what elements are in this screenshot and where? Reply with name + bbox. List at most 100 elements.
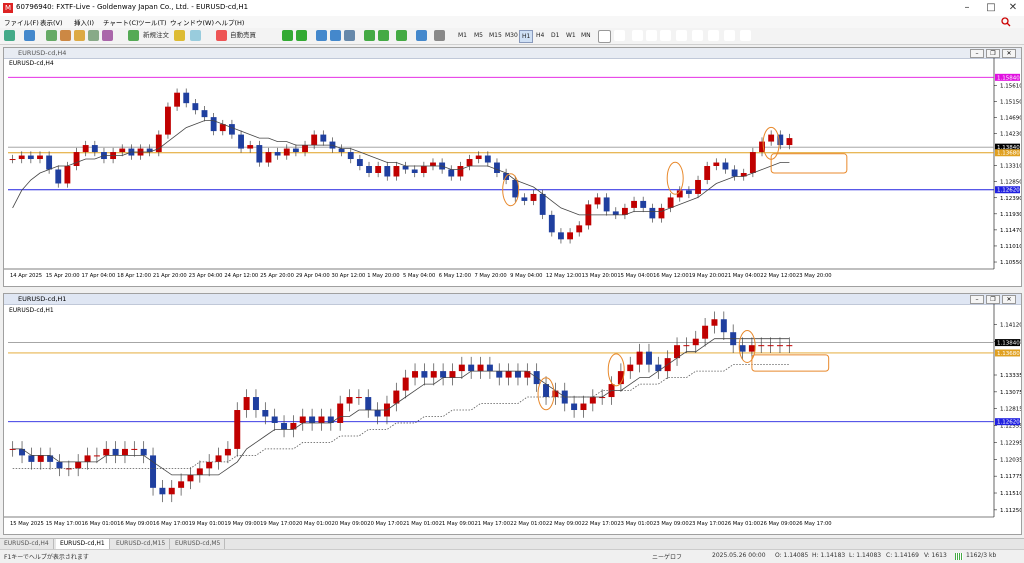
chart-window-title: EURUSD-cd,H4 [18, 49, 67, 57]
candle-body [252, 397, 259, 411]
candle-body [46, 155, 53, 170]
data-window-icon[interactable] [60, 30, 71, 41]
time-tick-label: 1 May 20:00 [367, 273, 399, 279]
auto-scroll-icon[interactable] [364, 30, 375, 41]
channel-icon[interactable] [676, 30, 687, 41]
chart-close-button[interactable]: ✕ [1002, 295, 1016, 304]
chart-restore-button[interactable]: ❐ [986, 295, 1000, 304]
menu-insert[interactable]: 挿入(I) [74, 17, 94, 27]
candle-body [393, 166, 400, 177]
tab-eurusd-m5[interactable]: EURUSD-cd,M5 [171, 539, 226, 549]
menu-tools[interactable]: ツール(T) [138, 17, 167, 27]
timeframe-h1[interactable]: H1 [519, 30, 534, 43]
search-icon[interactable] [1000, 16, 1012, 27]
arrows-tool-icon[interactable] [740, 30, 751, 41]
strategy-tester-icon[interactable] [102, 30, 113, 41]
chart-minimize-button[interactable]: – [970, 295, 984, 304]
timeframe-mn[interactable]: MN [579, 30, 593, 41]
profiles-icon[interactable] [24, 30, 35, 41]
chart-plot-h4[interactable]: 1.15610 1.15150 1.14690 1.14230 1.13310 1.128… [4, 58, 1021, 286]
price-tick-label: 1.14230 [1000, 132, 1021, 138]
signals-icon[interactable] [190, 30, 201, 41]
trendline-icon[interactable] [660, 30, 671, 41]
candle-body [402, 377, 409, 391]
menu-file[interactable]: ファイル(F) [4, 17, 39, 27]
candle-body [262, 410, 269, 417]
metaeditor-icon[interactable] [174, 30, 185, 41]
chart-close-button[interactable]: ✕ [1002, 49, 1016, 58]
terminal-icon[interactable] [88, 30, 99, 41]
auto-trade-icon[interactable] [216, 30, 227, 41]
market-watch-icon[interactable] [46, 30, 57, 41]
cursor-icon[interactable] [598, 30, 611, 43]
chart-plot-h1[interactable]: 1.141201.138601.133351.130751.128151.125… [4, 304, 1021, 534]
fibonacci-icon[interactable] [692, 30, 703, 41]
candlestick-icon[interactable] [296, 30, 307, 41]
menu-help[interactable]: ヘルプ(H) [215, 17, 244, 27]
candle-body [238, 134, 244, 149]
chart-restore-button[interactable]: ❐ [986, 49, 1000, 58]
timeframe-d1[interactable]: D1 [549, 30, 561, 41]
tab-eurusd-h4[interactable]: EURUSD-cd,H4 [0, 539, 54, 549]
menu-window[interactable]: ウィンドウ(W) [170, 17, 214, 27]
tab-eurusd-m15[interactable]: EURUSD-cd,M15 [112, 539, 171, 549]
time-tick-label: 30 Apr 12:00 [332, 273, 366, 279]
close-button[interactable]: ✕ [1002, 1, 1024, 15]
minimize-button[interactable]: – [956, 1, 978, 15]
timeframe-h4[interactable]: H4 [534, 30, 546, 41]
timeframe-m30[interactable]: M30 [503, 30, 520, 41]
candle-body [468, 364, 475, 372]
time-tick-label: 18 Apr 12:00 [117, 273, 151, 279]
price-tick-label: 1.12035 [1000, 457, 1021, 463]
tab-eurusd-h1[interactable]: EURUSD-cd,H1 [56, 539, 110, 549]
chart-minimize-button[interactable]: – [970, 49, 984, 58]
candle-body [548, 214, 555, 233]
chart-window-title: EURUSD-cd,H1 [18, 295, 67, 303]
candle-body [713, 162, 720, 167]
auto-trade-button[interactable]: 自動売買 [227, 30, 259, 41]
label-tool-icon[interactable] [724, 30, 735, 41]
time-tick-label: 15 May 2025 [10, 521, 44, 527]
maximize-button[interactable]: □ [980, 1, 1002, 15]
timeframe-m1[interactable]: M1 [456, 30, 469, 41]
vertical-line-icon[interactable] [632, 30, 643, 41]
candle-body [55, 169, 62, 184]
indicators-icon[interactable] [396, 30, 407, 41]
menu-view[interactable]: 表示(V) [40, 17, 63, 27]
new-order-icon[interactable] [128, 30, 139, 41]
candle-body [320, 134, 327, 142]
candle-body [603, 197, 610, 212]
candle-body [18, 155, 25, 160]
toolbar: 新規注文 自動売買 M1 M5 M15 M30 H1 H4 D1 W1 MN [0, 28, 1024, 45]
timeframe-m5[interactable]: M5 [472, 30, 485, 41]
timeframe-w1[interactable]: W1 [564, 30, 578, 41]
zoom-out-icon[interactable] [330, 30, 341, 41]
candle-body [356, 159, 363, 167]
tile-windows-icon[interactable] [344, 30, 355, 41]
templates-icon[interactable] [434, 30, 445, 41]
time-tick-label: 16 May 09:00 [117, 521, 153, 527]
time-tick-label: 23 May 09:00 [653, 521, 689, 527]
navigator-icon[interactable] [74, 30, 85, 41]
candle-body [337, 403, 344, 423]
horizontal-line-icon[interactable] [646, 30, 657, 41]
time-tick-label: 20 May 09:00 [332, 521, 368, 527]
price-label-text: 1.13680 [997, 151, 1020, 157]
time-tick-label: 26 May 09:00 [760, 521, 796, 527]
menu-chart[interactable]: チャート(C) [103, 17, 139, 27]
new-chart-icon[interactable] [4, 30, 15, 41]
chart-shift-icon[interactable] [378, 30, 389, 41]
candle-body [9, 159, 16, 161]
zoom-in-icon[interactable] [316, 30, 327, 41]
text-tool-icon[interactable] [708, 30, 719, 41]
bar-chart-icon[interactable] [282, 30, 293, 41]
crosshair-icon[interactable] [614, 30, 625, 41]
candle-body [695, 179, 701, 194]
time-tick-label: 22 May 12:00 [760, 273, 796, 279]
candle-body [421, 371, 428, 378]
new-order-button[interactable]: 新規注文 [139, 30, 173, 41]
periods-icon[interactable] [416, 30, 427, 41]
timeframe-m15[interactable]: M15 [487, 30, 504, 41]
app-logo-icon: M [3, 3, 13, 13]
candle-body [477, 364, 484, 372]
